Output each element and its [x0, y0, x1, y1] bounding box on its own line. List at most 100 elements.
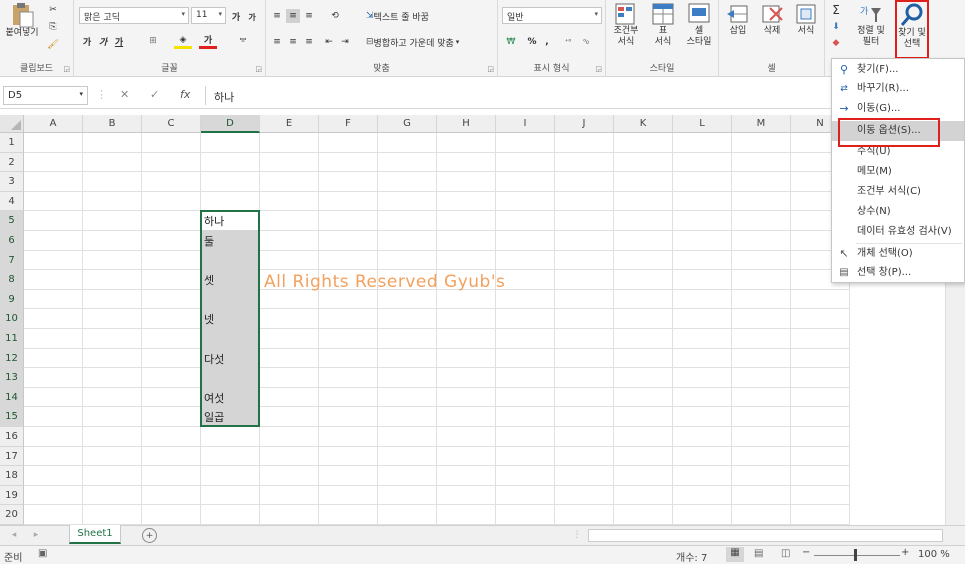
column-header-k[interactable]: K	[614, 115, 673, 133]
fill-icon[interactable]: ⬇	[830, 21, 842, 33]
cell-d14[interactable]: 여섯	[201, 388, 260, 408]
font-size-combo[interactable]: 11 ▾	[191, 7, 226, 24]
shrink-font-button[interactable]: 가	[245, 9, 259, 25]
column-header-h[interactable]: H	[437, 115, 496, 133]
insert-button[interactable]: 삽입	[722, 2, 754, 37]
row-header-7[interactable]: 7	[0, 250, 24, 271]
row-header-16[interactable]: 16	[0, 427, 24, 447]
cell-styles-button[interactable]: 셀 스타일	[680, 2, 718, 48]
format-as-table-button[interactable]: 표 서식	[646, 2, 680, 48]
row-header-3[interactable]: 3	[0, 172, 24, 192]
orientation-icon[interactable]: ⟲	[324, 9, 346, 23]
worksheet-grid[interactable]: A B C D E F G H I J K L M N 1 2 3 4 5 6 7 8 9 10 11 12 13 14 15 16 17 1…	[0, 115, 945, 525]
menu-item-goto[interactable]: → 이동(G)...	[832, 99, 964, 119]
format-painter-icon[interactable]: 🖌	[46, 38, 60, 52]
italic-button[interactable]: 가	[96, 33, 110, 49]
borders-icon[interactable]: ⊞	[144, 33, 162, 49]
font-launcher-icon[interactable]: ◲	[255, 65, 262, 73]
merge-center-button[interactable]: ⊟ 병합하고 가운데 맞춤 ▾	[366, 35, 496, 49]
autosum-button[interactable]: Σ	[830, 3, 842, 17]
enter-icon[interactable]: ✓	[150, 88, 159, 101]
column-header-b[interactable]: B	[83, 115, 142, 133]
sheet-tab-sheet1[interactable]: Sheet1	[69, 525, 121, 544]
row-header-14[interactable]: 14	[0, 387, 24, 408]
accounting-icon[interactable]: ₩	[502, 35, 520, 49]
zoom-in-icon[interactable]: +	[901, 547, 909, 558]
insert-function-button[interactable]: fx	[180, 88, 190, 101]
row-header-8[interactable]: 8	[0, 270, 24, 290]
increase-decimal-icon[interactable]: ⁺⁰	[560, 35, 576, 49]
increase-indent-icon[interactable]: ⇥	[338, 35, 352, 49]
row-header-12[interactable]: 12	[0, 348, 24, 369]
row-header-6[interactable]: 6	[0, 231, 24, 251]
zoom-out-icon[interactable]: −	[802, 547, 810, 558]
next-sheet-icon[interactable]: ▸	[30, 529, 42, 541]
add-sheet-icon[interactable]: +	[142, 528, 157, 543]
font-name-combo[interactable]: 맑은 고딕 ▾	[79, 7, 189, 24]
align-middle-icon[interactable]: ≡	[286, 9, 300, 23]
column-header-c[interactable]: C	[142, 115, 201, 133]
page-break-icon[interactable]: ◫	[781, 548, 790, 559]
align-right-icon[interactable]: ≡	[302, 35, 316, 49]
column-header-a[interactable]: A	[24, 115, 83, 133]
normal-view-icon[interactable]: ▦	[726, 547, 744, 562]
page-layout-icon[interactable]: ▤	[754, 548, 763, 559]
cell-d6[interactable]: 둘	[201, 231, 260, 251]
macro-record-icon[interactable]: ▣	[38, 548, 47, 559]
column-header-j[interactable]: J	[555, 115, 614, 133]
prev-sheet-icon[interactable]: ◂	[8, 529, 20, 541]
sort-filter-button[interactable]: 가 정렬 및 필터	[849, 2, 893, 48]
column-header-i[interactable]: I	[496, 115, 555, 133]
decrease-decimal-icon[interactable]: ⁰₀	[578, 35, 594, 49]
phonetic-icon[interactable]: ᄫ	[234, 33, 252, 49]
number-format-combo[interactable]: 일반 ▾	[502, 7, 602, 24]
font-color-button[interactable]: 가	[199, 33, 217, 49]
select-all-corner[interactable]	[0, 115, 24, 133]
horizontal-scrollbar[interactable]	[588, 529, 943, 542]
menu-item-selection-pane[interactable]: ▤ 선택 창(P)...	[832, 263, 964, 283]
menu-item-comments[interactable]: 메모(M)	[832, 162, 964, 182]
menu-item-find[interactable]: ⚲ 찾기(F)...	[832, 60, 964, 80]
cell-d8[interactable]: 셋	[201, 270, 260, 290]
align-top-icon[interactable]: ≡	[270, 9, 284, 23]
row-header-19[interactable]: 19	[0, 485, 24, 506]
column-header-l[interactable]: L	[673, 115, 732, 133]
column-header-f[interactable]: F	[319, 115, 378, 133]
alignment-launcher-icon[interactable]: ◲	[487, 65, 494, 73]
split-handle-icon[interactable]: ⋮	[572, 529, 582, 541]
row-header-20[interactable]: 20	[0, 505, 24, 525]
align-left-icon[interactable]: ≡	[270, 35, 284, 49]
clear-icon[interactable]: ◆	[830, 37, 842, 49]
row-header-4[interactable]: 4	[0, 191, 24, 212]
comma-button[interactable]: ,	[542, 35, 552, 49]
cancel-icon[interactable]: ✕	[120, 88, 129, 101]
delete-button[interactable]: 삭제	[756, 2, 788, 37]
decrease-indent-icon[interactable]: ⇤	[322, 35, 336, 49]
paste-button[interactable]: 붙여넣기	[2, 2, 42, 39]
row-header-10[interactable]: 10	[0, 309, 24, 329]
row-header-18[interactable]: 18	[0, 466, 24, 486]
grow-font-button[interactable]: 가	[229, 8, 243, 24]
wrap-text-button[interactable]: ⇲ 텍스트 줄 바꿈	[366, 9, 456, 23]
row-header-2[interactable]: 2	[0, 152, 24, 173]
cell-d5[interactable]: 하나	[201, 211, 260, 231]
menu-item-conditional-format[interactable]: 조건부 서식(C)	[832, 182, 964, 202]
row-header-17[interactable]: 17	[0, 446, 24, 467]
row-header-15[interactable]: 15	[0, 407, 24, 427]
row-header-1[interactable]: 1	[0, 133, 24, 153]
column-header-e[interactable]: E	[260, 115, 319, 133]
underline-button[interactable]: 가	[112, 33, 126, 49]
column-header-m[interactable]: M	[732, 115, 791, 133]
number-launcher-icon[interactable]: ◲	[595, 65, 602, 73]
align-center-icon[interactable]: ≡	[286, 35, 300, 49]
format-button[interactable]: 서식	[790, 2, 822, 37]
row-header-11[interactable]: 11	[0, 329, 24, 349]
menu-item-constants[interactable]: 상수(N)	[832, 202, 964, 222]
cell-d15[interactable]: 일곱	[201, 407, 260, 427]
column-header-g[interactable]: G	[378, 115, 437, 133]
menu-item-data-validation[interactable]: 데이터 유효성 검사(V)	[832, 222, 964, 242]
clipboard-launcher-icon[interactable]: ◲	[63, 65, 70, 73]
bold-button[interactable]: 가	[80, 33, 94, 49]
align-bottom-icon[interactable]: ≡	[302, 9, 316, 23]
row-header-5[interactable]: 5	[0, 211, 24, 231]
